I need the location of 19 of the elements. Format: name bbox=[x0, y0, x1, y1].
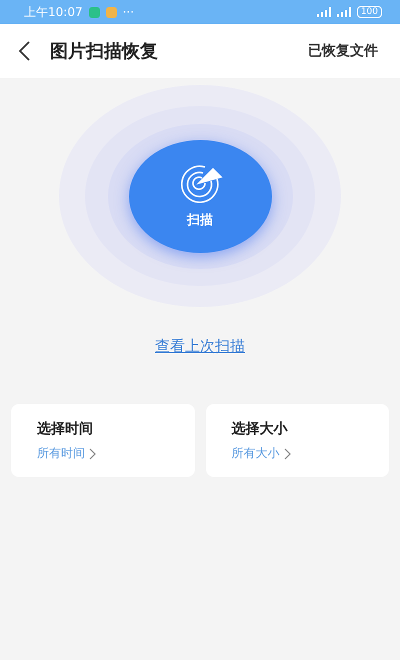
filter-option[interactable]: 所有大小 bbox=[232, 445, 290, 462]
page-title: 图片扫描恢复 bbox=[50, 40, 159, 63]
recovered-files-button[interactable]: 已恢复文件 bbox=[308, 42, 378, 60]
status-time: 上午10:07 bbox=[24, 4, 83, 20]
signal-icon bbox=[336, 7, 351, 17]
filter-option[interactable]: 所有时间 bbox=[37, 445, 96, 462]
chevron-icon bbox=[284, 448, 290, 460]
battery-indicator: 100 bbox=[356, 6, 382, 18]
back-button[interactable] bbox=[18, 41, 30, 61]
scan-button[interactable]: 扫描 bbox=[128, 140, 272, 252]
more-notifications: ··· bbox=[122, 5, 134, 19]
filter-title: 选择大小 bbox=[232, 420, 289, 438]
app-icon bbox=[106, 6, 117, 18]
radar-icon bbox=[181, 165, 223, 203]
signal-icon bbox=[316, 7, 331, 17]
last-scan-link[interactable]: 查看上次扫描 bbox=[155, 337, 245, 356]
filter-title: 选择时间 bbox=[37, 420, 94, 438]
chevron-icon bbox=[89, 448, 96, 460]
app-icon bbox=[88, 6, 100, 18]
